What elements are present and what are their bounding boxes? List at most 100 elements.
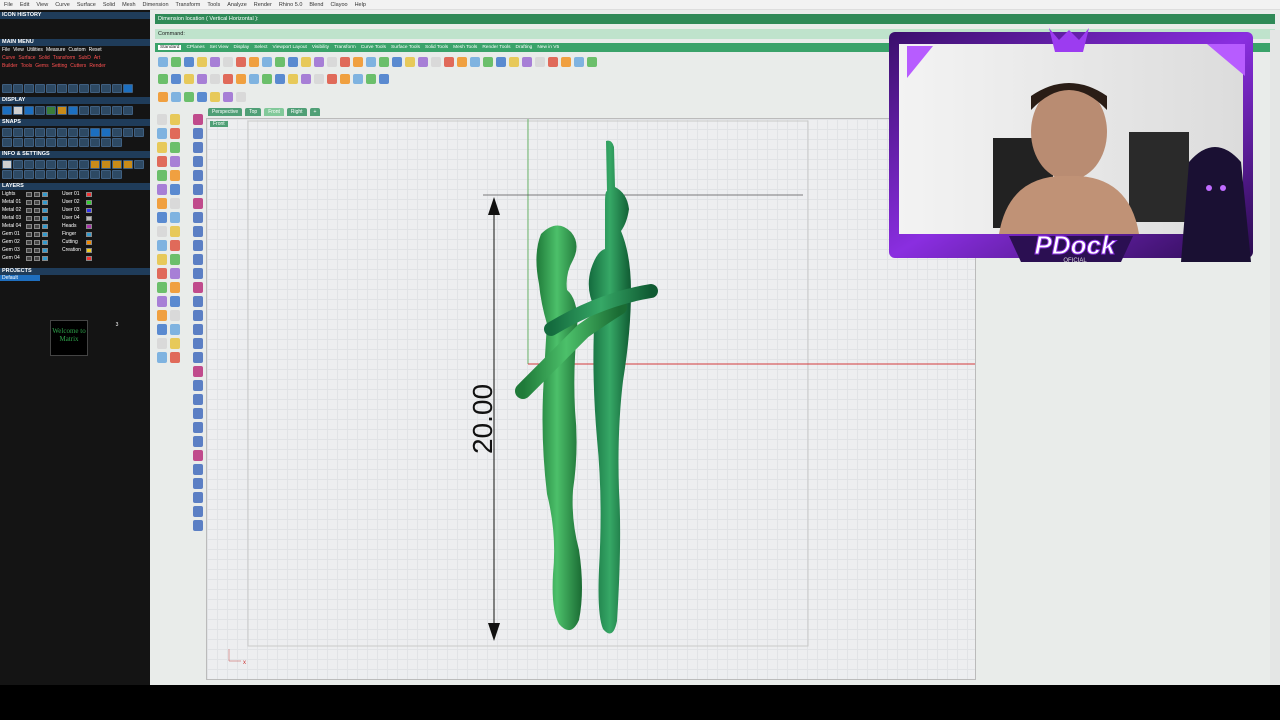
menu-transform[interactable]: Transform [176, 2, 201, 8]
side-tool-icon[interactable] [170, 324, 180, 335]
layer-toggle-icon[interactable] [42, 231, 48, 237]
layer-color-swatch[interactable] [86, 207, 92, 213]
toolbar-icon[interactable] [184, 92, 194, 102]
layer-toggle-icon[interactable] [34, 231, 40, 237]
menu-clayoo[interactable]: Clayoo [330, 2, 347, 8]
main-menu-render[interactable]: Render [89, 63, 105, 69]
side-tool-icon[interactable] [193, 240, 203, 251]
snap-icon[interactable] [68, 138, 78, 147]
layer-toggle-icon[interactable] [26, 223, 32, 229]
toolbar-tab-transform[interactable]: Transform [334, 45, 356, 50]
side-tool-icon[interactable] [170, 184, 180, 195]
side-tool-icon[interactable] [170, 198, 180, 209]
main-menu-reset[interactable]: Reset [89, 47, 102, 53]
layer-color-swatch[interactable] [86, 223, 92, 229]
side-tool-icon[interactable] [170, 268, 180, 279]
side-tool-icon[interactable] [193, 338, 203, 349]
side-tool-icon[interactable] [157, 226, 167, 237]
side-tool-icon[interactable] [170, 226, 180, 237]
main-menu-tools[interactable]: Tools [21, 63, 33, 69]
menu-solid[interactable]: Solid [103, 2, 115, 8]
toolbar-icon[interactable] [392, 57, 402, 67]
toolbar-tab-set-view[interactable]: Set View [210, 45, 229, 50]
menu-render[interactable]: Render [254, 2, 272, 8]
toolbar-icon[interactable] [197, 57, 207, 67]
layer-toggle-icon[interactable] [34, 191, 40, 197]
snap-icon[interactable] [112, 138, 122, 147]
side-tool-icon[interactable] [157, 240, 167, 251]
snap-icon[interactable] [24, 138, 34, 147]
side-tool-icon[interactable] [157, 184, 167, 195]
right-scrollbar[interactable] [1270, 30, 1280, 685]
side-tool-icon[interactable] [193, 324, 203, 335]
info-icon[interactable] [79, 160, 89, 169]
toolbar-icon[interactable] [171, 92, 181, 102]
toolbar-icon[interactable] [236, 74, 246, 84]
side-tool-icon[interactable] [170, 156, 180, 167]
toolbar-icon[interactable] [353, 74, 363, 84]
info-icon[interactable] [123, 160, 133, 169]
snap-icon[interactable] [90, 138, 100, 147]
side-tool-icon[interactable] [193, 212, 203, 223]
tool-icon[interactable] [101, 84, 111, 93]
layer-toggle-icon[interactable] [34, 215, 40, 221]
toolbar-icon[interactable] [210, 92, 220, 102]
toolbar-icon[interactable] [288, 57, 298, 67]
snap-icon[interactable] [46, 138, 56, 147]
display-icon[interactable] [46, 106, 56, 115]
side-tool-icon[interactable] [170, 254, 180, 265]
toolbar-icon[interactable] [470, 57, 480, 67]
display-icon[interactable] [35, 106, 45, 115]
layer-toggle-icon[interactable] [42, 191, 48, 197]
display-icon[interactable] [57, 106, 67, 115]
toolbar-icon[interactable] [171, 57, 181, 67]
side-tool-icon[interactable] [157, 310, 167, 321]
toolbar-icon[interactable] [587, 57, 597, 67]
snap-icon[interactable] [101, 128, 111, 137]
toolbar-tab-solid-tools[interactable]: Solid Tools [425, 45, 448, 50]
layer-toggle-icon[interactable] [42, 215, 48, 221]
side-tool-icon[interactable] [193, 408, 203, 419]
info-icon[interactable] [35, 170, 45, 179]
side-tool-icon[interactable] [193, 128, 203, 139]
viewport-tab-perspective[interactable]: Perspective [208, 108, 243, 116]
side-tool-icon[interactable] [193, 436, 203, 447]
toolbar-tab-visibility[interactable]: Visibility [312, 45, 329, 50]
toolbar-tab-select[interactable]: Select [254, 45, 267, 50]
toolbar-icon[interactable] [223, 57, 233, 67]
main-menu-setting[interactable]: Setting [52, 63, 68, 69]
toolbar-icon[interactable] [223, 92, 233, 102]
side-tool-icon[interactable] [157, 114, 167, 125]
info-icon[interactable] [101, 160, 111, 169]
toolbar-icon[interactable] [223, 74, 233, 84]
side-tool-icon[interactable] [170, 240, 180, 251]
toolbar-icon[interactable] [340, 74, 350, 84]
side-tool-icon[interactable] [170, 310, 180, 321]
menu-rhino-5-0[interactable]: Rhino 5.0 [279, 2, 303, 8]
toolbar-tab-render-tools[interactable]: Render Tools [482, 45, 510, 50]
menu-curve[interactable]: Curve [55, 2, 70, 8]
tool-icon[interactable] [68, 84, 78, 93]
side-tool-icon[interactable] [170, 142, 180, 153]
snap-icon[interactable] [57, 128, 67, 137]
layer-toggle-icon[interactable] [34, 207, 40, 213]
display-icon[interactable] [112, 106, 122, 115]
layer-row[interactable]: Gem 04 [0, 254, 150, 262]
info-icon[interactable] [68, 170, 78, 179]
display-icon[interactable] [90, 106, 100, 115]
side-tool-icon[interactable] [193, 226, 203, 237]
layer-toggle-icon[interactable] [26, 255, 32, 261]
menu-help[interactable]: Help [355, 2, 366, 8]
toolbar-icon[interactable] [249, 74, 259, 84]
snap-icon[interactable] [35, 128, 45, 137]
layer-toggle-icon[interactable] [34, 199, 40, 205]
side-tool-icon[interactable] [193, 492, 203, 503]
main-menu-art[interactable]: Art [94, 55, 100, 61]
side-tool-icon[interactable] [170, 128, 180, 139]
info-icon[interactable] [24, 170, 34, 179]
info-icon[interactable] [2, 170, 12, 179]
layer-row[interactable]: Metal 02 User 03 [0, 206, 150, 214]
tool-icon[interactable] [90, 84, 100, 93]
layer-row[interactable]: Lights User 01 [0, 190, 150, 198]
side-tool-icon[interactable] [193, 184, 203, 195]
